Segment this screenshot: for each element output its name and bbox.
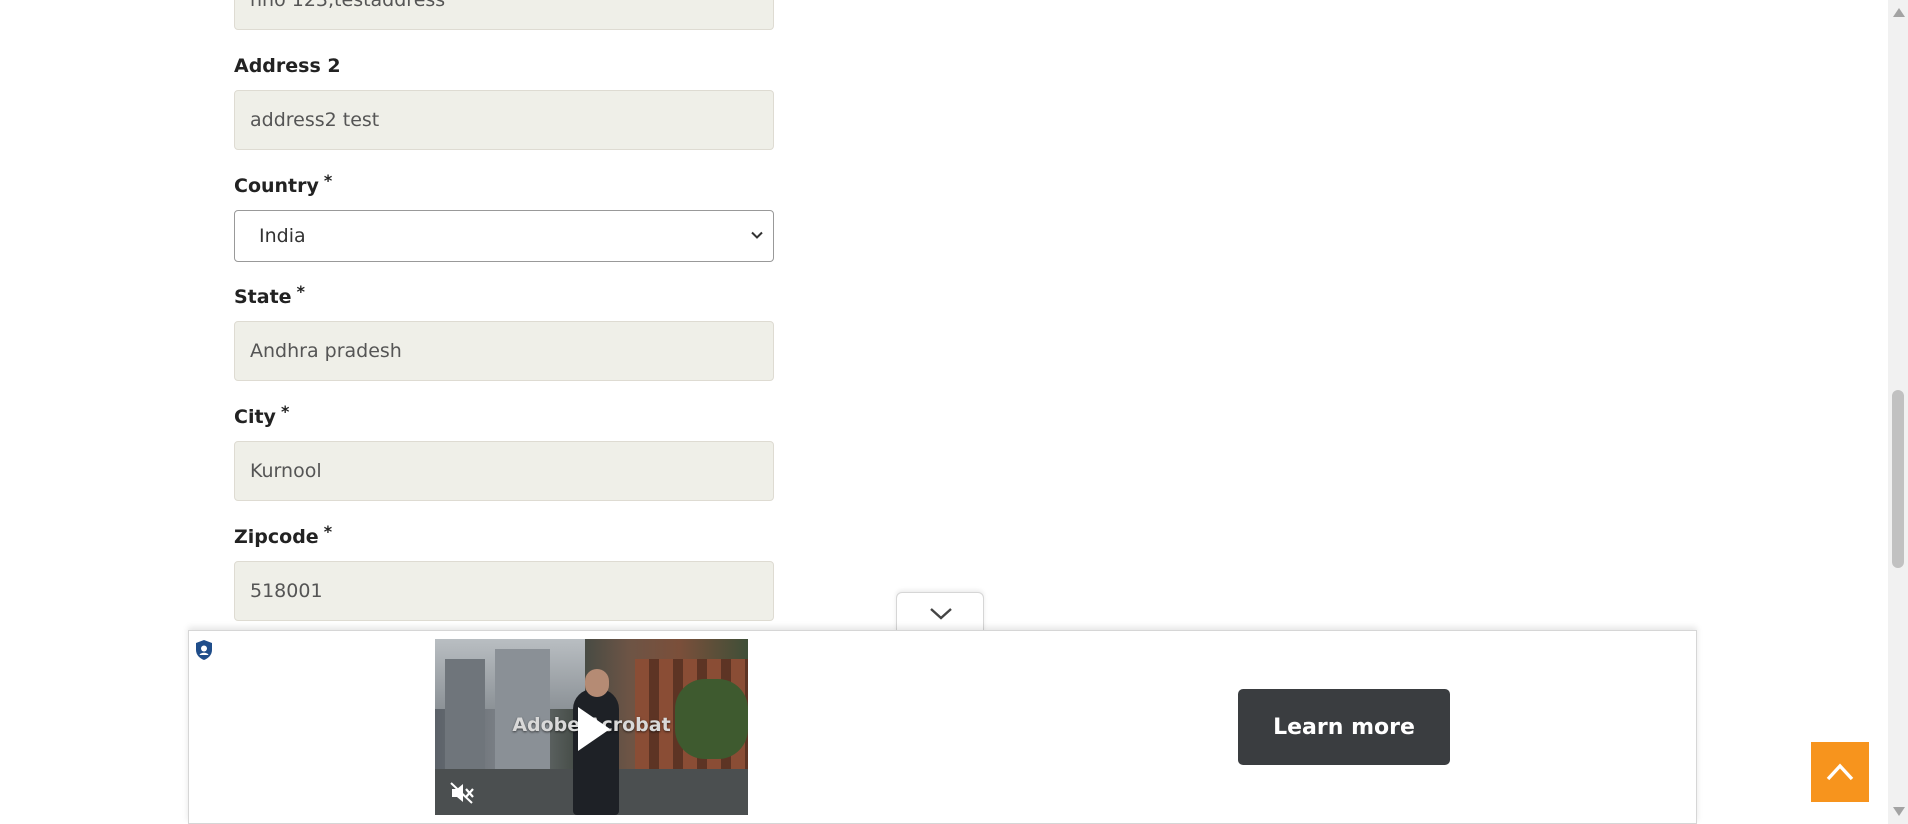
back-to-top-button[interactable]	[1811, 742, 1869, 802]
country-select[interactable]: India	[234, 210, 774, 262]
scroll-up-arrow-icon[interactable]	[1893, 8, 1905, 17]
chevron-down-icon	[930, 608, 952, 620]
chevron-up-icon	[1826, 763, 1854, 781]
shield-icon[interactable]	[194, 639, 214, 661]
ad-collapse-button[interactable]	[896, 592, 984, 632]
scroll-thumb[interactable]	[1892, 390, 1904, 568]
country-label: Country *	[234, 171, 333, 197]
country-selected-value: India	[259, 225, 306, 247]
address2-input[interactable]: address2 test	[234, 90, 774, 150]
state-label: State *	[234, 282, 305, 308]
address2-label: Address 2	[234, 55, 341, 77]
zipcode-label: Zipcode *	[234, 522, 333, 548]
address1-input[interactable]: nno 123,testaddress	[234, 0, 774, 30]
ad-video[interactable]: Adobe Acrobat	[435, 639, 748, 815]
learn-more-button[interactable]: Learn more	[1238, 689, 1450, 765]
ad-banner: Adobe Acrobat Learn more	[188, 630, 1697, 824]
video-person-head	[585, 669, 609, 697]
required-mark: *	[323, 171, 333, 190]
scroll-down-arrow-icon[interactable]	[1893, 807, 1905, 816]
required-mark: *	[323, 522, 333, 541]
required-mark: *	[280, 402, 290, 421]
required-mark: *	[296, 282, 305, 301]
city-input[interactable]: Kurnool	[234, 441, 774, 501]
mute-icon[interactable]	[449, 781, 475, 805]
page-scrollbar[interactable]	[1888, 0, 1908, 824]
city-label: City *	[234, 402, 290, 428]
video-building	[495, 649, 550, 769]
state-input[interactable]: Andhra pradesh	[234, 321, 774, 381]
play-icon[interactable]	[578, 707, 610, 751]
chevron-down-icon	[751, 231, 763, 239]
zipcode-input[interactable]: 518001	[234, 561, 774, 621]
